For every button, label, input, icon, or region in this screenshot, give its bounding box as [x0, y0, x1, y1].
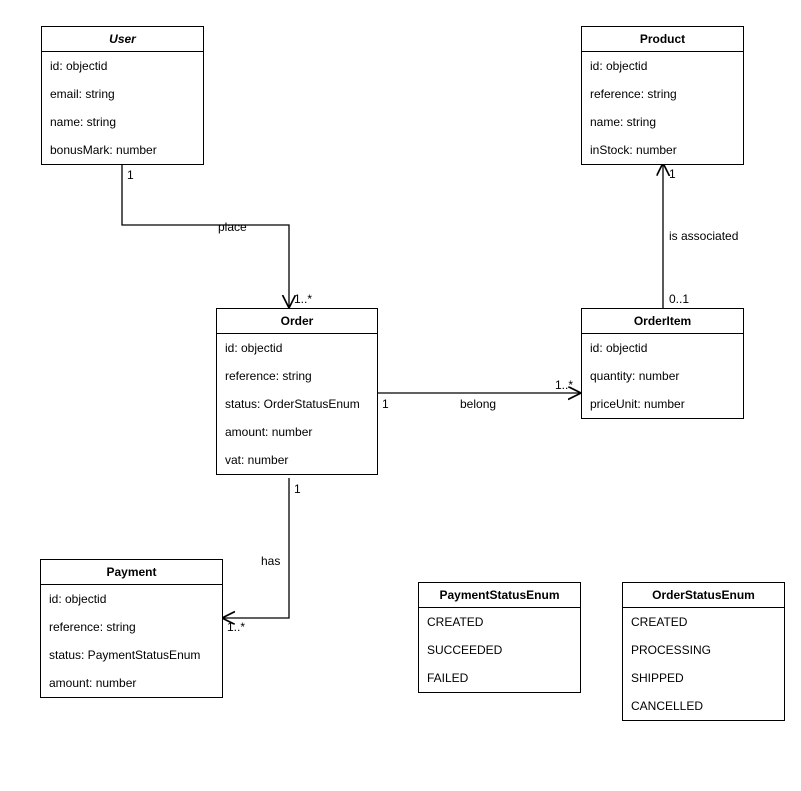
class-attr: name: string — [42, 108, 203, 136]
relation-label: place — [218, 220, 247, 234]
class-attr: id: objectid — [582, 52, 743, 80]
class-order-title: Order — [217, 309, 377, 334]
class-attr: id: objectid — [41, 585, 222, 613]
multiplicity-label: 1..* — [227, 620, 245, 634]
class-order: Order id: objectid reference: string sta… — [216, 308, 378, 475]
multiplicity-label: 1 — [382, 397, 389, 411]
multiplicity-label: 0..1 — [669, 292, 689, 306]
class-attr: reference: string — [582, 80, 743, 108]
class-attr: id: objectid — [42, 52, 203, 80]
multiplicity-label: 1..* — [555, 378, 573, 392]
class-orderitem: OrderItem id: objectid quantity: number … — [581, 308, 744, 419]
multiplicity-label: 1..* — [294, 292, 312, 306]
class-payment-title: Payment — [41, 560, 222, 585]
class-orderitem-title: OrderItem — [582, 309, 743, 334]
class-attr: SHIPPED — [623, 664, 784, 692]
class-attr: PROCESSING — [623, 636, 784, 664]
class-attr: id: objectid — [582, 334, 743, 362]
class-attr: bonusMark: number — [42, 136, 203, 164]
class-attr: SUCCEEDED — [419, 636, 580, 664]
relation-label: has — [261, 554, 280, 568]
class-attr: id: objectid — [217, 334, 377, 362]
class-attr: quantity: number — [582, 362, 743, 390]
relation-label: belong — [460, 397, 496, 411]
class-product-title: Product — [582, 27, 743, 52]
class-payment: Payment id: objectid reference: string s… — [40, 559, 223, 698]
class-orderstatusenum: OrderStatusEnum CREATED PROCESSING SHIPP… — [622, 582, 785, 721]
class-attr: reference: string — [41, 613, 222, 641]
multiplicity-label: 1 — [669, 167, 676, 181]
relation-label: is associated — [669, 229, 738, 243]
class-attr: vat: number — [217, 446, 377, 474]
class-attr: name: string — [582, 108, 743, 136]
class-attr: CANCELLED — [623, 692, 784, 720]
class-paymentstatusenum-title: PaymentStatusEnum — [419, 583, 580, 608]
class-orderstatusenum-title: OrderStatusEnum — [623, 583, 784, 608]
class-attr: amount: number — [217, 418, 377, 446]
multiplicity-label: 1 — [127, 168, 134, 182]
class-attr: status: OrderStatusEnum — [217, 390, 377, 418]
class-attr: CREATED — [623, 608, 784, 636]
class-attr: reference: string — [217, 362, 377, 390]
class-attr: FAILED — [419, 664, 580, 692]
class-attr: email: string — [42, 80, 203, 108]
class-attr: amount: number — [41, 669, 222, 697]
class-attr: status: PaymentStatusEnum — [41, 641, 222, 669]
class-attr: inStock: number — [582, 136, 743, 164]
class-user: User id: objectid email: string name: st… — [41, 26, 204, 165]
multiplicity-label: 1 — [294, 482, 301, 496]
class-user-title: User — [42, 27, 203, 52]
class-paymentstatusenum: PaymentStatusEnum CREATED SUCCEEDED FAIL… — [418, 582, 581, 693]
class-attr: priceUnit: number — [582, 390, 743, 418]
class-attr: CREATED — [419, 608, 580, 636]
class-product: Product id: objectid reference: string n… — [581, 26, 744, 165]
